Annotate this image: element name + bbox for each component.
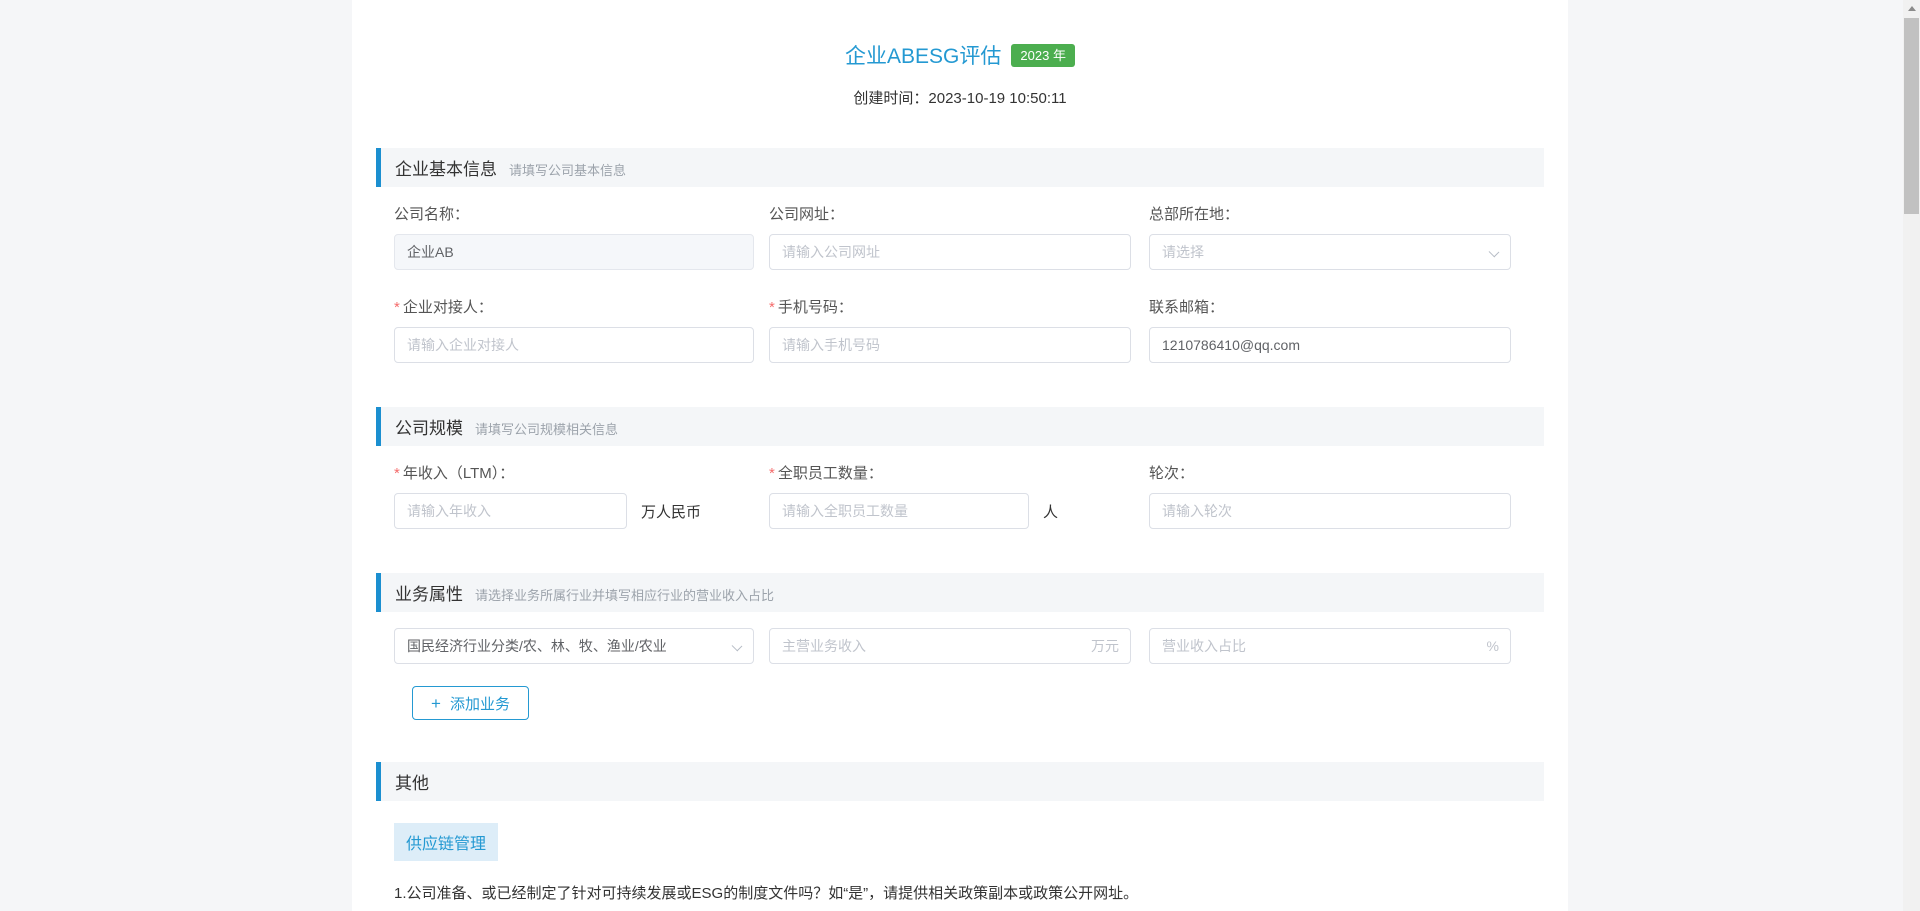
supply-chain-tag-1: 供应链管理: [394, 823, 498, 861]
field-website: 公司网址：: [769, 203, 1149, 270]
section-title: 业务属性: [395, 580, 463, 605]
form-card: 企业ABESG评估 2023 年 创建时间：2023-10-19 10:50:1…: [352, 0, 1568, 911]
headquarters-select[interactable]: 请选择: [1149, 234, 1511, 270]
headquarters-label: 总部所在地：: [1149, 203, 1511, 224]
chevron-down-icon: [1489, 247, 1500, 258]
page-header: 企业ABESG评估 2023 年: [376, 40, 1544, 70]
annual-revenue-input[interactable]: [394, 493, 627, 529]
year-badge: 2023 年: [1011, 44, 1075, 67]
main-revenue-input[interactable]: [769, 628, 1131, 664]
field-employee-count: *全职员工数量： 人: [769, 462, 1149, 529]
section-header-business-attributes: 业务属性 请选择业务所属行业并填写相应行业的营业收入占比: [376, 573, 1544, 612]
required-mark: *: [394, 299, 400, 316]
section-title: 其他: [395, 769, 429, 794]
created-time: 创建时间：2023-10-19 10:50:11: [376, 87, 1544, 108]
annual-revenue-unit: 万人民币: [641, 501, 701, 522]
section-hint: 请填写公司规模相关信息: [475, 419, 618, 438]
scale-row: *年收入（LTM）： 万人民币 *全职员工数量： 人 轮次：: [394, 462, 1544, 529]
basic-row-1: 公司名称： 公司网址： 总部所在地： 请选择: [394, 203, 1544, 270]
required-mark: *: [769, 465, 775, 482]
annual-revenue-label-text: 年收入（LTM）：: [403, 465, 514, 482]
field-main-revenue: 万元: [769, 628, 1149, 664]
business-row: 国民经济行业分类/农、林、牧、渔业/农业 万元 %: [394, 628, 1544, 664]
field-email: 联系邮箱：: [1149, 296, 1511, 363]
field-headquarters: 总部所在地： 请选择: [1149, 203, 1511, 270]
business-attributes-fields: 国民经济行业分类/农、林、牧、渔业/农业 万元 %: [376, 628, 1544, 720]
scroll-up-arrow-icon: [1908, 6, 1916, 11]
funding-round-label: 轮次：: [1149, 462, 1511, 483]
section-title: 企业基本信息: [395, 155, 497, 180]
scrollbar-up-button[interactable]: [1903, 0, 1920, 17]
section-header-other: 其他: [376, 762, 1544, 801]
website-input[interactable]: [769, 234, 1131, 270]
contact-person-label: *企业对接人：: [394, 296, 769, 317]
field-revenue-ratio: %: [1149, 628, 1511, 664]
scrollbar-thumb[interactable]: [1904, 18, 1919, 214]
employee-count-label-text: 全职员工数量：: [778, 465, 883, 482]
chevron-down-icon: [732, 641, 743, 652]
plus-icon: +: [431, 695, 441, 712]
question-1-text: 1.公司准备、或已经制定了针对可持续发展或ESG的制度文件吗？如“是”，请提供相…: [394, 881, 1524, 907]
field-contact-person: *企业对接人：: [394, 296, 769, 363]
phone-input[interactable]: [769, 327, 1131, 363]
field-phone: *手机号码：: [769, 296, 1149, 363]
website-label: 公司网址：: [769, 203, 1149, 224]
revenue-ratio-unit: %: [1487, 628, 1499, 664]
contact-person-input[interactable]: [394, 327, 754, 363]
annual-revenue-label: *年收入（LTM）：: [394, 462, 769, 483]
headquarters-select-placeholder: 请选择: [1162, 242, 1204, 262]
employee-count-unit: 人: [1043, 501, 1058, 522]
email-input[interactable]: [1149, 327, 1511, 363]
required-mark: *: [394, 465, 400, 482]
contact-person-label-text: 企业对接人：: [403, 299, 493, 316]
industry-select[interactable]: 国民经济行业分类/农、林、牧、渔业/农业: [394, 628, 754, 664]
field-company-name: 公司名称：: [394, 203, 769, 270]
employee-count-input-group: 人: [769, 493, 1149, 529]
basic-row-2: *企业对接人： *手机号码： 联系邮箱：: [394, 296, 1544, 363]
add-business-button[interactable]: + 添加业务: [412, 686, 529, 720]
revenue-ratio-input[interactable]: [1149, 628, 1511, 664]
section-header-basic-info: 企业基本信息 请填写公司基本信息: [376, 148, 1544, 187]
field-funding-round: 轮次：: [1149, 462, 1511, 529]
page-title: 企业ABESG评估: [845, 40, 1001, 70]
section-header-company-scale: 公司规模 请填写公司规模相关信息: [376, 407, 1544, 446]
section-hint: 请填写公司基本信息: [509, 160, 626, 179]
field-annual-revenue: *年收入（LTM）： 万人民币: [394, 462, 769, 529]
employee-count-input[interactable]: [769, 493, 1029, 529]
phone-label: *手机号码：: [769, 296, 1149, 317]
company-name-input[interactable]: [394, 234, 754, 270]
main-revenue-unit: 万元: [1091, 628, 1119, 664]
industry-select-value: 国民经济行业分类/农、林、牧、渔业/农业: [407, 636, 667, 656]
phone-label-text: 手机号码：: [778, 299, 853, 316]
email-label: 联系邮箱：: [1149, 296, 1511, 317]
main-revenue-input-group: 万元: [769, 628, 1131, 664]
company-name-label: 公司名称：: [394, 203, 769, 224]
basic-info-fields: 公司名称： 公司网址： 总部所在地： 请选择 *企业对接人：: [376, 203, 1544, 363]
revenue-ratio-input-group: %: [1149, 628, 1511, 664]
add-business-button-label: 添加业务: [450, 693, 510, 714]
funding-round-input[interactable]: [1149, 493, 1511, 529]
section-title: 公司规模: [395, 414, 463, 439]
section-hint: 请选择业务所属行业并填写相应行业的营业收入占比: [475, 585, 774, 604]
page-viewport: 企业ABESG评估 2023 年 创建时间：2023-10-19 10:50:1…: [0, 0, 1920, 911]
annual-revenue-input-group: 万人民币: [394, 493, 769, 529]
vertical-scrollbar[interactable]: [1903, 0, 1920, 911]
company-scale-fields: *年收入（LTM）： 万人民币 *全职员工数量： 人 轮次：: [376, 462, 1544, 529]
required-mark: *: [769, 299, 775, 316]
field-industry: 国民经济行业分类/农、林、牧、渔业/农业: [394, 628, 769, 664]
employee-count-label: *全职员工数量：: [769, 462, 1149, 483]
